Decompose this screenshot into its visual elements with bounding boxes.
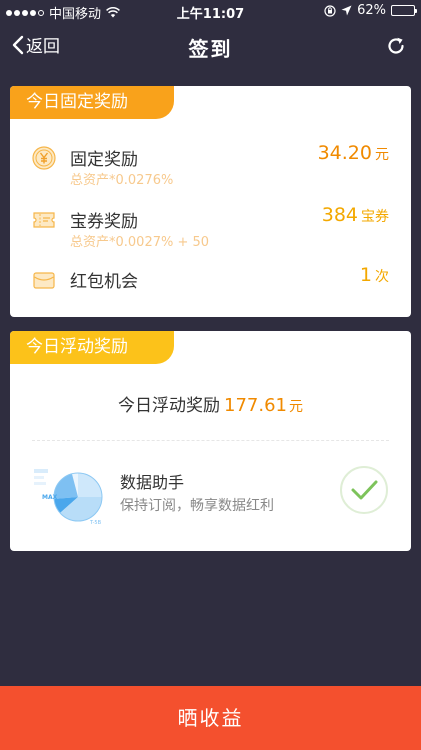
data-assistant-title: 数据助手 bbox=[120, 473, 185, 492]
battery-icon bbox=[391, 5, 417, 16]
battery-percentage: 62% bbox=[357, 3, 386, 18]
data-assistant-item[interactable]: MAX T-5B 数据助手 保持订阅，畅享数据红利 bbox=[10, 451, 411, 541]
floating-reward-amount: 177.61 bbox=[224, 395, 287, 416]
floating-reward-unit: 元 bbox=[288, 399, 303, 415]
fixed-reward-card: 今日固定奖励 固定奖励 总资产*0.0276% 34.20 元 宝券奖励 总资产*… bbox=[10, 86, 411, 317]
share-earnings-button[interactable]: 晒收益 bbox=[0, 686, 421, 750]
data-assistant-chart-icon: MAX T-5B bbox=[34, 469, 103, 526]
dashed-divider bbox=[32, 440, 389, 441]
fixed-reward-value: 34.20 元 bbox=[318, 142, 389, 164]
location-arrow-icon bbox=[341, 5, 352, 16]
floating-reward-card: 今日浮动奖励 今日浮动奖励 177.61 元 MAX T-5B 数据助手 保持订阅，… bbox=[10, 331, 411, 551]
red-envelope-value: 1次 bbox=[360, 264, 389, 286]
fixed-reward-unit: 元 bbox=[375, 147, 389, 163]
coupon-reward-name: 宝券奖励 bbox=[70, 212, 138, 232]
check-circle-icon[interactable] bbox=[339, 465, 389, 515]
coupon-reward-formula: 总资产*0.0027% + 50 bbox=[70, 235, 210, 250]
red-envelope-name: 红包机会 bbox=[70, 272, 138, 292]
floating-reward-summary: 今日浮动奖励 177.61 元 bbox=[10, 391, 411, 416]
fixed-reward-name: 固定奖励 bbox=[70, 150, 138, 170]
floating-reward-tag: 今日浮动奖励 bbox=[10, 331, 174, 364]
ticket-icon bbox=[33, 212, 55, 228]
coupon-reward-unit: 宝券 bbox=[361, 209, 389, 225]
page-title: 签到 bbox=[188, 37, 233, 61]
status-right: 62% bbox=[324, 3, 417, 18]
refresh-icon[interactable] bbox=[385, 35, 407, 57]
sign-in-page: 中国移动 上午11:07 62% 返回 签到 今日固定奖励 固定奖励 总资产*0… bbox=[0, 0, 421, 750]
navigation-bar: 返回 签到 bbox=[0, 22, 421, 72]
envelope-icon bbox=[33, 272, 55, 289]
max-label: MAX bbox=[42, 494, 58, 501]
data-assistant-subtitle: 保持订阅，畅享数据红利 bbox=[120, 498, 274, 514]
coupon-reward-amount: 384 bbox=[321, 204, 358, 226]
fixed-reward-formula: 总资产*0.0276% bbox=[70, 173, 174, 188]
red-envelope-count: 1 bbox=[359, 264, 372, 286]
floating-reward-label: 今日浮动奖励 bbox=[118, 396, 220, 416]
yuan-coin-icon bbox=[32, 146, 56, 170]
fixed-reward-tag: 今日固定奖励 bbox=[10, 86, 174, 119]
red-envelope-unit: 次 bbox=[375, 269, 389, 285]
t5b-label: T-5B bbox=[89, 520, 102, 526]
rotation-lock-icon bbox=[324, 4, 336, 17]
fixed-reward-amount: 34.20 bbox=[317, 142, 372, 164]
status-bar: 中国移动 上午11:07 62% bbox=[0, 0, 421, 22]
coupon-reward-value: 384 宝券 bbox=[322, 204, 389, 226]
